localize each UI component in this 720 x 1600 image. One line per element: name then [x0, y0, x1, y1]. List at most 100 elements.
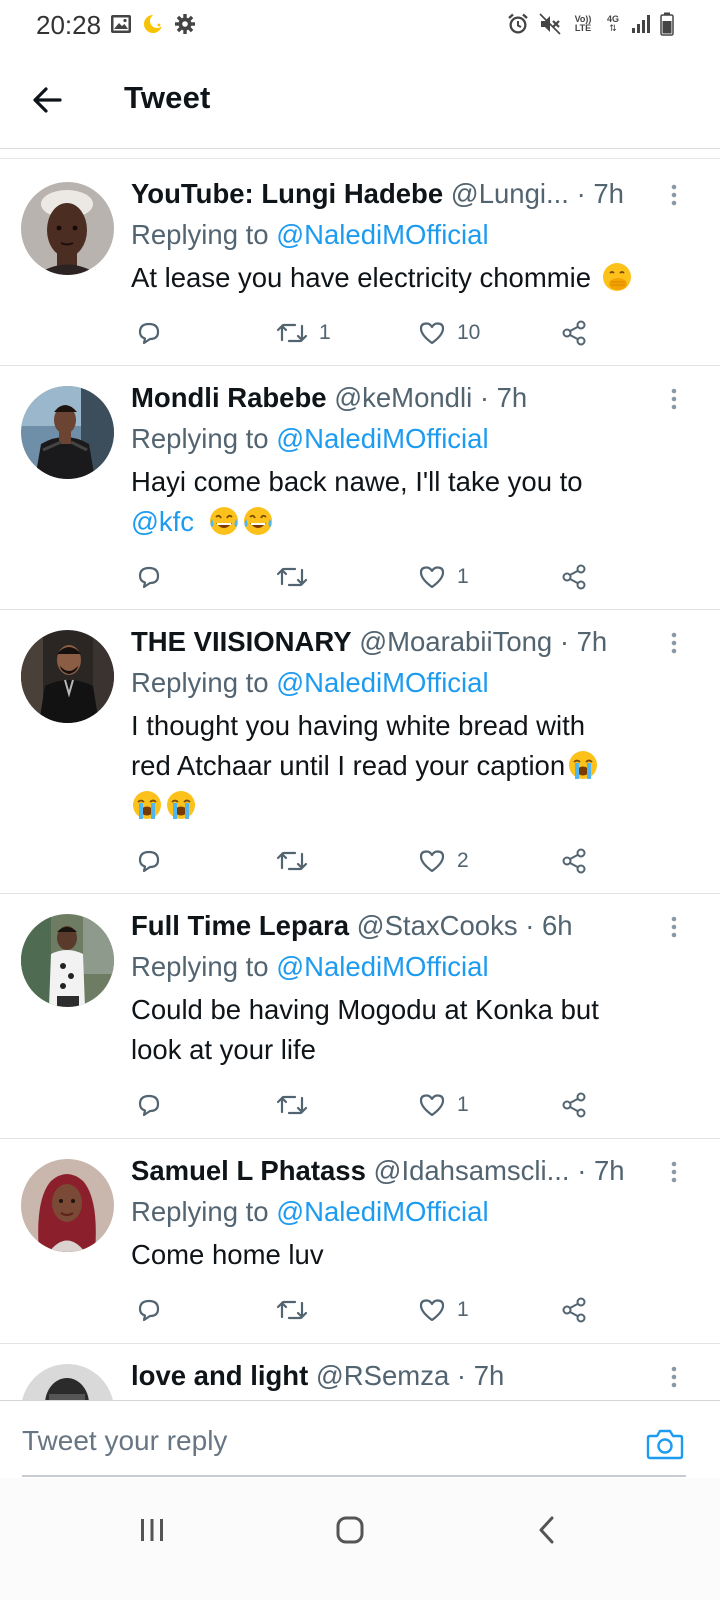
reply-button[interactable] — [134, 1085, 164, 1125]
back-icon[interactable] — [528, 1510, 568, 1550]
replying-to: Replying to @NalediMOfficial — [131, 1196, 489, 1227]
like-count: 10 — [457, 321, 481, 344]
author-name[interactable]: THE VIISIONARY — [131, 626, 352, 657]
tweet-header: Full Time Lepara @StaxCooks · 6h — [131, 910, 680, 942]
tweet-time: · 7h — [577, 1155, 625, 1186]
author-name[interactable]: Samuel L Phatass — [131, 1155, 366, 1186]
tweet-time: · 7h — [576, 178, 624, 209]
tweet-header: YouTube: Lungi Hadebe @Lungi... · 7h — [131, 178, 680, 210]
author-handle[interactable]: @Lungi... — [451, 178, 569, 209]
mention-link[interactable]: @NalediMOfficial — [276, 423, 488, 454]
tweet-actions: 2 — [131, 841, 611, 881]
retweet-icon — [276, 1095, 308, 1115]
tweet-text: Come home luv — [131, 1239, 324, 1270]
volte-icon: Vo)) LTE — [574, 14, 592, 33]
avatar[interactable] — [21, 1364, 114, 1400]
like-button[interactable]: 2 — [417, 841, 469, 881]
tweet-actions: 1 — [131, 557, 611, 597]
author-name[interactable]: Full Time Lepara — [131, 910, 349, 941]
tweet-time: · 7h — [479, 382, 528, 413]
avatar[interactable] — [21, 1159, 114, 1252]
retweet-button[interactable] — [275, 841, 319, 881]
gallery-icon — [110, 13, 132, 35]
retweet-button[interactable] — [275, 557, 319, 597]
tweet-item[interactable]: THE VIISIONARY @MoarabiiTong · 7h Replyi… — [0, 610, 720, 894]
more-vertical-icon[interactable] — [668, 914, 680, 942]
like-button[interactable]: 1 — [417, 1290, 469, 1330]
author-handle[interactable]: @RSemza — [316, 1360, 449, 1391]
loudly-crying-emoji — [165, 789, 197, 821]
network-4g-icon: 4G ⇅ — [606, 14, 619, 33]
more-vertical-icon[interactable] — [668, 630, 680, 658]
avatar[interactable] — [21, 182, 114, 275]
tweet-item[interactable]: YouTube: Lungi Hadebe @Lungi... · 7h Rep… — [0, 162, 720, 366]
reply-icon — [138, 566, 160, 589]
like-button[interactable]: 1 — [417, 557, 469, 597]
tweet-item[interactable]: Full Time Lepara @StaxCooks · 6h Replyin… — [0, 894, 720, 1139]
tweet-time: · 6h — [525, 910, 573, 941]
camera-icon[interactable] — [646, 1427, 684, 1461]
more-vertical-icon[interactable] — [668, 1364, 680, 1392]
mention-link[interactable]: @NalediMOfficial — [276, 667, 488, 698]
retweet-button[interactable] — [275, 1085, 319, 1125]
like-count: 2 — [457, 849, 469, 872]
tweet-actions: 1 — [131, 1290, 611, 1330]
share-button[interactable] — [559, 557, 589, 597]
alarm-icon — [506, 12, 530, 36]
loudly-crying-emoji — [131, 789, 163, 821]
retweet-button[interactable] — [275, 1290, 319, 1330]
retweet-icon — [276, 851, 308, 871]
avatar[interactable] — [21, 386, 114, 479]
retweet-button[interactable]: 1 — [275, 313, 331, 353]
reply-icon — [138, 1299, 160, 1322]
tweet-header: love and light @RSemza · 7h — [131, 1360, 680, 1392]
retweet-icon — [276, 323, 308, 343]
author-handle[interactable]: @Idahsamscli... — [374, 1155, 570, 1186]
tweet-text: Could be having Mogodu at Konka but look… — [131, 994, 599, 1065]
share-button[interactable] — [559, 841, 589, 881]
mention-link[interactable]: @kfc — [131, 506, 194, 537]
home-icon[interactable] — [330, 1510, 370, 1550]
replying-to: Replying to @NalediMOfficial — [131, 951, 489, 982]
gear-icon — [174, 13, 196, 35]
author-handle[interactable]: @MoarabiiTong — [359, 626, 552, 657]
tweet-item[interactable]: Mondli Rabebe @keMondli · 7h Replying to… — [0, 366, 720, 610]
tweet-item[interactable]: love and light @RSemza · 7h — [0, 1344, 720, 1400]
recent-apps-icon[interactable] — [132, 1510, 172, 1550]
input-underline — [22, 1475, 686, 1477]
tweet-text: Hayi come back nawe, I'll take you to @k… — [131, 466, 583, 537]
status-left-icons — [110, 13, 196, 35]
more-vertical-icon[interactable] — [668, 386, 680, 414]
reply-button[interactable] — [134, 841, 164, 881]
reply-input[interactable] — [22, 1421, 622, 1461]
author-name[interactable]: YouTube: Lungi Hadebe — [131, 178, 443, 209]
reply-button[interactable] — [134, 313, 164, 353]
retweet-icon — [276, 567, 308, 587]
author-name[interactable]: Mondli Rabebe — [131, 382, 327, 413]
share-button[interactable] — [559, 313, 589, 353]
mention-link[interactable]: @NalediMOfficial — [276, 951, 488, 982]
divider — [0, 148, 720, 149]
share-button[interactable] — [559, 1290, 589, 1330]
arrow-left-icon[interactable] — [28, 80, 68, 120]
author-handle[interactable]: @keMondli — [334, 382, 472, 413]
author-handle[interactable]: @StaxCooks — [357, 910, 518, 941]
mention-link[interactable]: @NalediMOfficial — [276, 1196, 488, 1227]
like-button[interactable]: 1 — [417, 1085, 469, 1125]
author-name[interactable]: love and light — [131, 1360, 308, 1391]
share-icon — [562, 564, 586, 590]
more-vertical-icon[interactable] — [668, 182, 680, 210]
reply-button[interactable] — [134, 1290, 164, 1330]
share-button[interactable] — [559, 1085, 589, 1125]
replying-to: Replying to @NalediMOfficial — [131, 423, 489, 454]
avatar[interactable] — [21, 914, 114, 1007]
avatar[interactable] — [21, 630, 114, 723]
reply-button[interactable] — [134, 557, 164, 597]
reply-feed[interactable]: YouTube: Lungi Hadebe @Lungi... · 7h Rep… — [0, 160, 720, 1400]
mention-link[interactable]: @NalediMOfficial — [276, 219, 488, 250]
divider — [0, 158, 720, 159]
tears-of-joy-emoji — [242, 505, 274, 537]
more-vertical-icon[interactable] — [668, 1159, 680, 1187]
tweet-item[interactable]: Samuel L Phatass @Idahsamscli... · 7h Re… — [0, 1139, 720, 1344]
like-button[interactable]: 10 — [417, 313, 480, 353]
